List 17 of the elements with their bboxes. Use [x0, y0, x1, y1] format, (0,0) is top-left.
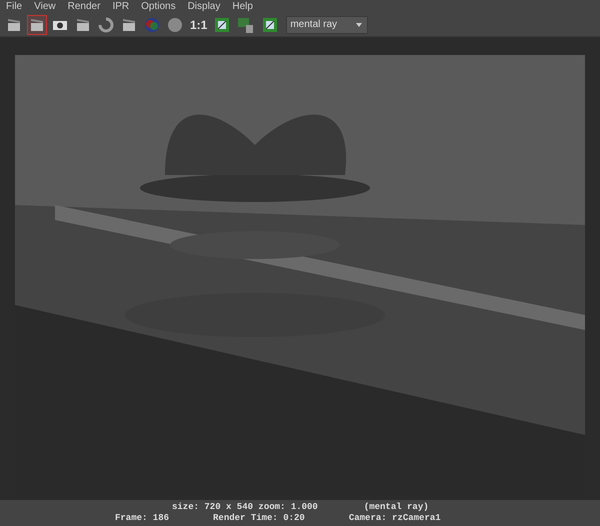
real-size-button[interactable]: 1:1 [188, 14, 210, 34]
renderer-dropdown[interactable]: mental ray [286, 16, 368, 34]
menu-item[interactable]: File [6, 2, 22, 12]
menu-item[interactable]: View [34, 2, 56, 12]
status-text: Camera: rzCamera1 [348, 513, 441, 524]
status-text: Frame: 186 [115, 513, 170, 524]
menu-item[interactable]: Options [141, 2, 176, 12]
menu-item[interactable]: Display [188, 2, 220, 12]
menu-item[interactable]: Render [68, 2, 100, 12]
clapper-icon[interactable] [27, 14, 47, 34]
menu-item[interactable]: Help [232, 2, 253, 12]
status-text: (mental ray) [364, 502, 429, 513]
menu-item[interactable]: IPR [112, 2, 130, 12]
status-text: Render Time: 0:20 [213, 513, 305, 524]
refresh-icon[interactable] [96, 14, 116, 34]
status-text: size: 720 x 540 zoom: 1.000 [172, 502, 318, 513]
caret-icon [354, 22, 364, 28]
